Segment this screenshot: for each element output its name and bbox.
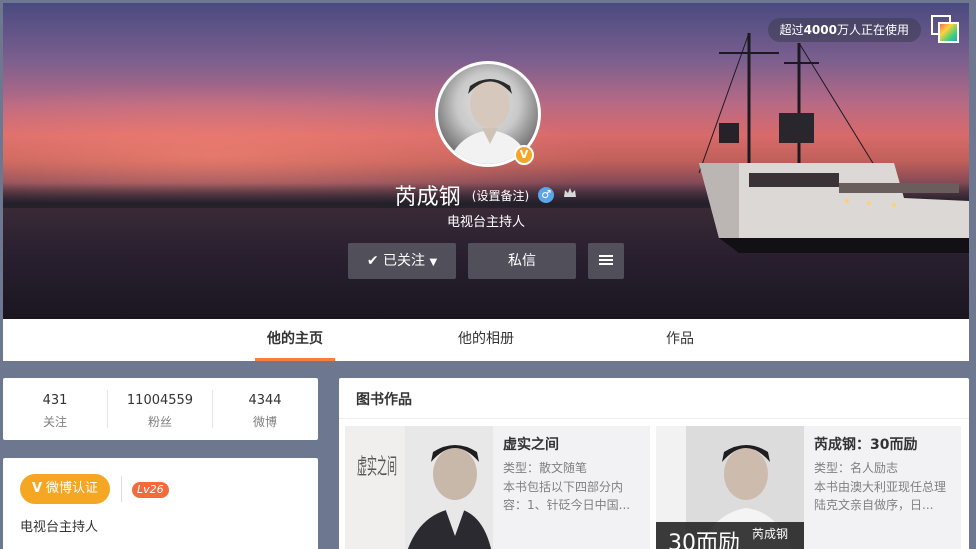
ship-silhouette xyxy=(698,32,969,253)
book-cover-image[interactable]: 虚实之间 xyxy=(345,426,493,549)
book-type: 类型：名人励志 xyxy=(814,461,899,475)
check-icon: ✔ xyxy=(366,253,379,269)
cover-switch-icon[interactable] xyxy=(931,15,959,43)
stat-followers-count: 11004559 xyxy=(126,393,194,408)
info-card: V 微博认证 Lv26 电视台主持人 xyxy=(3,458,318,549)
book-description: 本书包括以下四部分内容：1、针砭今日中国... xyxy=(503,480,631,512)
user-count-badge: 超过4000万人正在使用 xyxy=(767,18,921,42)
profile-description: 电视台主持人 xyxy=(446,215,525,230)
divider xyxy=(339,418,969,419)
stat-posts-count: 4344 xyxy=(248,393,282,408)
verify-badge-button[interactable]: V 微博认证 xyxy=(20,474,110,504)
user-count-number: 4000 xyxy=(803,23,837,37)
menu-icon xyxy=(599,255,613,265)
verify-label: 微博认证 xyxy=(46,481,99,496)
level-badge[interactable]: Lv26 xyxy=(132,482,169,498)
verified-badge-icon: V xyxy=(514,145,534,165)
stat-posts-label: 微博 xyxy=(252,415,277,429)
user-count-prefix: 超过 xyxy=(779,23,804,37)
book-description: 本书由澳大利亚现任总理陆克文亲自做序，日... xyxy=(814,480,947,512)
verified-v-icon: V xyxy=(31,481,43,496)
tab-home[interactable]: 他的主页 xyxy=(255,319,335,361)
stat-posts[interactable]: 4344 微博 xyxy=(213,378,317,440)
stats-card: 431 关注 11004559 粉丝 4344 微博 xyxy=(3,378,318,440)
books-title: 图书作品 xyxy=(356,392,412,408)
book-cover-text: 虚实之间 xyxy=(357,455,397,480)
more-button[interactable] xyxy=(588,243,624,279)
member-icon[interactable] xyxy=(563,187,577,203)
caret-down-icon: ▼ xyxy=(429,257,438,268)
profile-name: 芮成钢 xyxy=(394,185,461,210)
book-cover-image[interactable]: 30而励 芮成钢 xyxy=(656,426,804,549)
book-item[interactable]: 30而励 芮成钢 芮成钢：30而励 类型：名人励志 本书由澳大利亚现任总理陆克文… xyxy=(656,426,961,549)
stat-followers[interactable]: 11004559 粉丝 xyxy=(108,378,212,440)
book-type: 类型：散文随笔 xyxy=(503,461,588,475)
book-item[interactable]: 虚实之间 虚实之间 类型：散文随笔 本书包括以下四部分内容：1、针砭今日中国..… xyxy=(345,426,650,549)
cover-banner: 超过4000万人正在使用 V 芮成钢 (设置备注) ♂ 电视台主持人 ✔ 已关注… xyxy=(3,3,969,319)
stat-following[interactable]: 431 关注 xyxy=(3,378,107,440)
message-button[interactable]: 私信 xyxy=(468,243,576,279)
info-description: 电视台主持人 xyxy=(20,520,99,535)
set-remark-link[interactable]: (设置备注) xyxy=(472,189,529,203)
book-cover-author: 芮成钢 xyxy=(752,527,788,541)
book-title[interactable]: 虚实之间 xyxy=(503,434,559,454)
profile-tabs: 他的主页 他的相册 作品 xyxy=(3,319,969,361)
books-card: 图书作品 虚实之间 虚实之间 类型：散文随笔 本书包括以下四部分内容：1、针砭今… xyxy=(339,378,969,549)
stat-following-label: 关注 xyxy=(42,415,67,429)
male-icon: ♂ xyxy=(538,187,555,203)
stat-followers-label: 粉丝 xyxy=(147,415,172,429)
follow-label: 已关注 xyxy=(383,253,426,269)
follow-button[interactable]: ✔ 已关注 ▼ xyxy=(348,243,456,279)
book-cover-text: 30而励 xyxy=(668,531,740,549)
tab-album[interactable]: 他的相册 xyxy=(451,319,521,361)
stat-following-count: 431 xyxy=(42,393,68,408)
tab-works[interactable]: 作品 xyxy=(655,319,705,361)
name-row: 芮成钢 (设置备注) ♂ xyxy=(3,179,969,211)
book-title[interactable]: 芮成钢：30而励 xyxy=(814,434,917,454)
user-count-suffix: 万人正在使用 xyxy=(836,23,909,37)
divider xyxy=(121,476,122,502)
